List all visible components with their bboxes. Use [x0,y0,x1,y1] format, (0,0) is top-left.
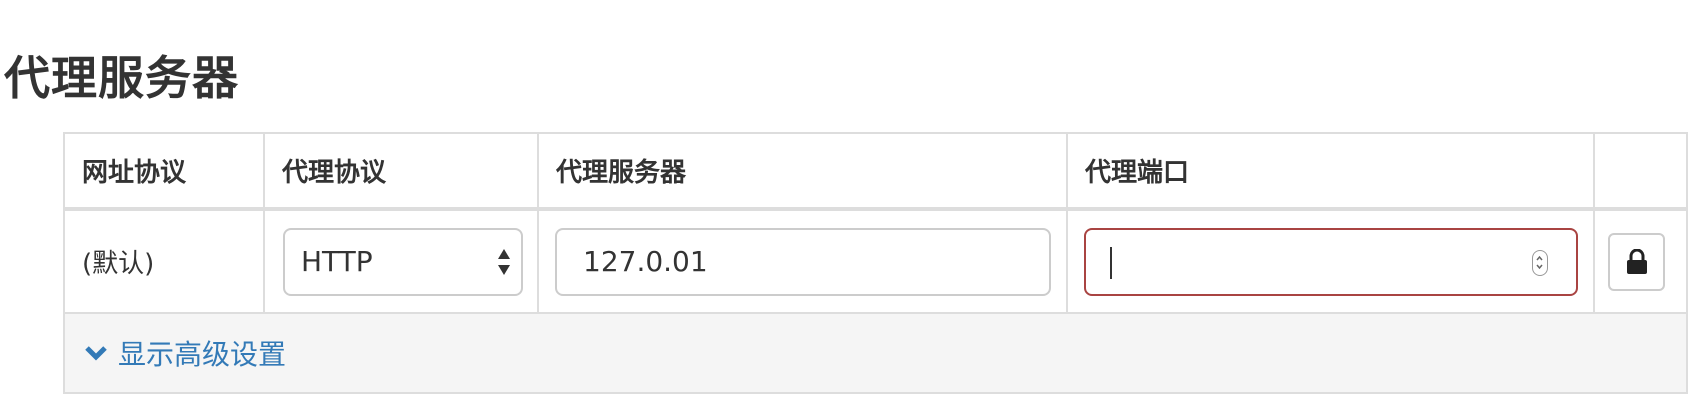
advanced-settings-row: 显示高级设置 [63,312,1688,394]
header-url-scheme: 网址协议 [63,132,265,211]
proxy-protocol-select[interactable]: HTTP [283,227,523,296]
header-proxy-port: 代理端口 [1066,132,1595,211]
proxy-server-input[interactable]: 127.0.01 [555,227,1051,296]
url-scheme-cell: (默认) [63,208,265,314]
proxy-protocol-cell: HTTP [263,208,539,314]
lock-cell [1593,208,1688,314]
select-arrows-icon [496,246,512,278]
lock-button[interactable] [1608,232,1665,291]
table-row: (默认) HTTP 127.0.01 [63,208,1688,314]
header-actions [1593,132,1688,211]
table-header-row: 网址协议 代理协议 代理服务器 代理端口 [63,132,1688,211]
proxy-server-cell: 127.0.01 [537,208,1068,314]
proxy-port-cell [1066,208,1595,314]
text-caret [1110,246,1112,279]
number-spinner-icon[interactable] [1532,249,1548,276]
proxy-protocol-value: HTTP [301,244,373,278]
show-advanced-settings-link[interactable]: 显示高级设置 [84,333,286,373]
proxy-rules-table: 网址协议 代理协议 代理服务器 代理端口 (默认) HTTP 127.0.01 … [63,132,1688,394]
show-advanced-settings-label: 显示高级设置 [118,338,287,371]
proxy-server-value: 127.0.01 [583,244,708,278]
lock-icon [1627,248,1647,274]
header-proxy-protocol: 代理协议 [263,132,539,211]
chevron-down-icon [85,346,107,361]
advanced-settings-cell: 显示高级设置 [63,312,1688,394]
proxy-port-input[interactable] [1084,227,1578,296]
header-proxy-server: 代理服务器 [537,132,1068,211]
page-title: 代理服务器 [4,51,239,105]
